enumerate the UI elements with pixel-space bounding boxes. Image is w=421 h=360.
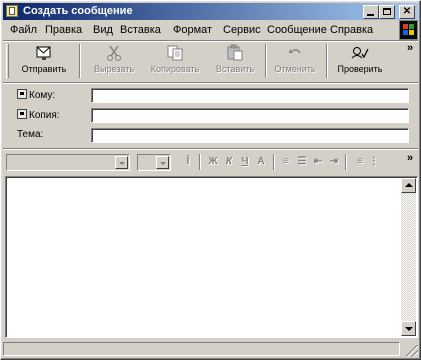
status-panel — [3, 342, 400, 356]
to-field[interactable] — [91, 88, 409, 103]
subject-label: Тема: — [17, 129, 44, 140]
format-separator — [345, 154, 347, 170]
font-size-combo[interactable] — [137, 154, 171, 171]
toolbar-grip[interactable] — [6, 44, 9, 78]
decrease-indent-icon[interactable]: ⇤ — [311, 155, 325, 169]
scroll-up-button[interactable] — [401, 178, 416, 193]
check-names-button[interactable]: Проверить — [330, 42, 390, 80]
windows-logo-icon — [399, 20, 418, 40]
copy-button[interactable]: Копировать — [144, 42, 206, 80]
align-center-icon[interactable]: ⋮ — [369, 155, 379, 169]
scissors-icon — [104, 44, 124, 62]
cut-button[interactable]: Вырезать — [86, 42, 142, 80]
toolbar-separator — [326, 44, 328, 78]
undo-icon — [285, 44, 305, 62]
menu-message[interactable]: Сообщение — [267, 24, 327, 36]
message-headers: Кому: Копия: Тема: — [3, 86, 418, 148]
numbered-list-icon[interactable]: ≡ — [279, 155, 293, 169]
chevron-down-icon[interactable] — [115, 156, 128, 169]
check-names-icon — [350, 44, 370, 62]
new-message-icon — [6, 5, 18, 17]
cc-field[interactable] — [91, 108, 409, 123]
underline-button[interactable]: Ч — [238, 155, 252, 169]
bold-button[interactable]: Ж — [206, 155, 220, 169]
compose-window: Создать сообщение ✕ Файл Правка Вид Вста… — [0, 0, 421, 360]
increase-indent-icon[interactable]: ⇥ — [327, 155, 341, 169]
bulleted-list-icon[interactable]: ☰ — [295, 155, 309, 169]
check-names-label: Проверить — [337, 64, 383, 74]
formatting-toolbar: Ī Ж К Ч A ≡ ☰ ⇤ ⇥ ≡ ⋮ » — [3, 150, 418, 174]
close-button[interactable]: ✕ — [399, 5, 415, 19]
menu-insert[interactable]: Вставка — [120, 24, 161, 36]
title-bar[interactable]: Создать сообщение ✕ — [3, 3, 418, 20]
font-name-combo[interactable] — [6, 154, 130, 171]
toolbar-more-chevron-icon[interactable]: » — [407, 42, 413, 54]
standard-toolbar: Отправить Вырезать Копировать Вставить О… — [3, 42, 418, 82]
toolbar-separator-line — [3, 82, 418, 84]
message-body[interactable] — [5, 176, 418, 338]
scroll-down-button[interactable] — [401, 321, 416, 336]
cut-label: Вырезать — [93, 64, 135, 74]
to-label[interactable]: Кому: — [17, 89, 55, 101]
format-separator — [199, 154, 201, 170]
menu-file[interactable]: Файл — [10, 24, 37, 36]
window-title: Создать сообщение — [23, 5, 133, 17]
menu-edit[interactable]: Правка — [45, 24, 82, 36]
undo-button[interactable]: Отменить — [269, 42, 321, 80]
address-book-icon — [17, 109, 27, 119]
paste-label: Вставить — [215, 64, 255, 74]
menu-bar: Файл Правка Вид Вставка Формат Сервис Со… — [3, 22, 398, 40]
toolbar-separator — [265, 44, 267, 78]
status-bar — [3, 341, 418, 357]
send-label: Отправить — [21, 64, 67, 74]
send-button[interactable]: Отправить — [13, 42, 75, 80]
minimize-button[interactable] — [363, 5, 379, 19]
align-left-icon[interactable]: ≡ — [353, 155, 367, 169]
send-icon — [34, 44, 54, 62]
vertical-scrollbar[interactable] — [401, 178, 416, 336]
toolbar-separator — [79, 44, 81, 78]
menu-view[interactable]: Вид — [93, 24, 113, 36]
copy-label: Копировать — [150, 64, 200, 74]
cc-label[interactable]: Копия: — [17, 109, 60, 121]
paste-icon — [225, 44, 245, 62]
menu-format[interactable]: Формат — [173, 24, 212, 36]
format-more-chevron-icon[interactable]: » — [407, 152, 413, 164]
undo-label: Отменить — [274, 64, 316, 74]
address-book-icon — [17, 89, 27, 99]
subject-field[interactable] — [91, 128, 409, 143]
paragraph-style-icon[interactable]: Ī — [181, 155, 195, 169]
italic-button[interactable]: К — [222, 155, 236, 169]
format-separator — [273, 154, 275, 170]
maximize-button[interactable] — [379, 5, 395, 19]
menu-help[interactable]: Справка — [330, 24, 373, 36]
chevron-down-icon[interactable] — [156, 156, 169, 169]
font-color-icon[interactable]: A — [254, 155, 268, 169]
menu-tools[interactable]: Сервис — [223, 24, 261, 36]
resize-grip-icon[interactable] — [406, 345, 418, 357]
copy-icon — [165, 44, 185, 62]
paste-button[interactable]: Вставить — [207, 42, 263, 80]
